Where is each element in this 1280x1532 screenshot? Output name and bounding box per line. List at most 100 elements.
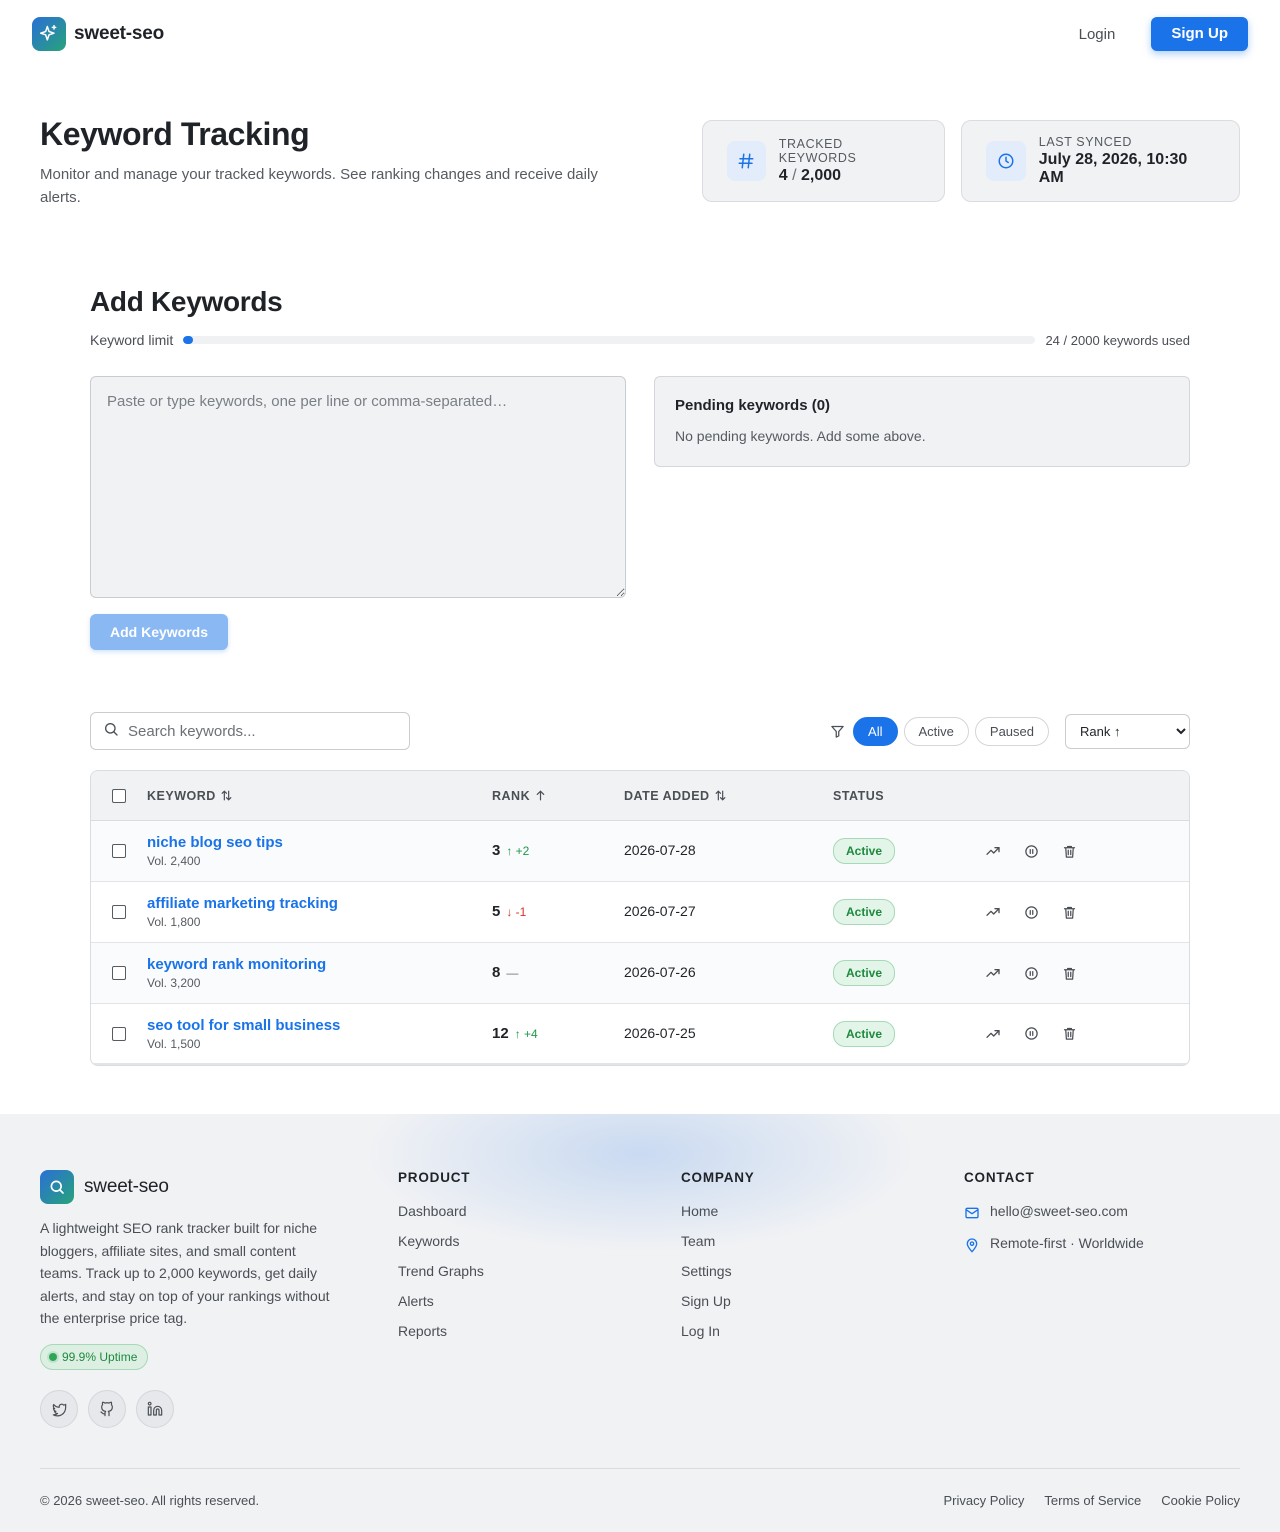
trend-chart-icon[interactable] (983, 902, 1003, 922)
add-keywords-button[interactable]: Add Keywords (90, 614, 228, 650)
last-synced-label: Last Synced (1038, 135, 1132, 149)
rank-change: ↑ +2 (506, 844, 530, 858)
footer-contact-title: CONTACT (964, 1170, 1035, 1185)
table-header: KEYWORD RANK DATE ADDED STATUS (91, 771, 1189, 821)
trend-chart-icon[interactable] (983, 1024, 1003, 1044)
row-checkbox[interactable] (112, 905, 126, 919)
add-keywords-section: Add Keywords Keyword limit 24 / 2000 key… (90, 286, 1190, 650)
column-keyword[interactable]: KEYWORD (147, 789, 492, 803)
table-toolbar: All Active Paused Rank ↑ (90, 712, 1190, 750)
status-badge: Active (833, 960, 896, 986)
trash-icon[interactable] (1059, 841, 1079, 861)
top-navbar: sweet-seo Login Sign Up (0, 0, 1280, 68)
footer-link-reports[interactable]: Reports (398, 1323, 484, 1353)
keyword-volume: Vol. 1,500 (147, 1036, 201, 1051)
select-all-checkbox[interactable] (112, 788, 126, 803)
search-icon (103, 721, 119, 742)
trash-icon[interactable] (1059, 963, 1079, 983)
footer-brand-name: sweet-seo (84, 1176, 169, 1197)
row-checkbox[interactable] (112, 966, 126, 980)
column-date-added[interactable]: DATE ADDED (624, 789, 833, 803)
table-row: affiliate marketing tracking Vol. 1,800 5 ↓… (91, 882, 1189, 943)
keywords-textarea[interactable] (90, 376, 626, 598)
column-rank[interactable]: RANK (492, 789, 624, 803)
rank-value: 3 (492, 842, 501, 859)
footer-link-keywords[interactable]: Keywords (398, 1233, 484, 1263)
pause-icon[interactable] (1021, 963, 1041, 983)
filter-all[interactable]: All (853, 717, 898, 746)
pause-icon[interactable] (1021, 902, 1041, 922)
table-row: niche blog seo tips Vol. 2,400 3 ↑ +2 2026-0… (91, 821, 1189, 882)
table-row: seo tool for small business Vol. 1,500 12 ↑… (91, 1004, 1189, 1065)
keyword-limit-label: Keyword limit (90, 332, 174, 348)
rank-change: ↑ +4 (514, 1026, 538, 1041)
keyword-volume: Vol. 3,200 (147, 976, 201, 990)
last-synced-card: Last Synced July 28, 2026, 10:30 AM (961, 120, 1240, 202)
search-input[interactable] (128, 722, 388, 740)
keyword-link[interactable]: keyword rank monitoring (147, 956, 492, 973)
rank-value: 8 (492, 964, 501, 981)
footer-brand[interactable]: sweet-seo (40, 1170, 169, 1204)
row-checkbox[interactable] (112, 1026, 126, 1041)
keyword-link[interactable]: seo tool for small business (147, 1017, 492, 1034)
footer-company-column: COMPANY Home Team Settings Sign Up Log I… (681, 1170, 755, 1353)
footer-link-team[interactable]: Team (681, 1233, 755, 1263)
brand[interactable]: sweet-seo (32, 17, 164, 51)
pause-icon[interactable] (1021, 841, 1041, 861)
signup-button[interactable]: Sign Up (1151, 17, 1248, 51)
tracked-keywords-card: Tracked Keywords 4 / 2,000 (702, 120, 945, 202)
keywords-table: KEYWORD RANK DATE ADDED STATUS niche blo… (90, 770, 1190, 1066)
status-badge: Active (833, 899, 896, 925)
row-checkbox[interactable] (112, 844, 126, 858)
footer-link-dashboard[interactable]: Dashboard (398, 1203, 484, 1233)
footer-company-title: COMPANY (681, 1170, 755, 1185)
twitter-icon[interactable] (40, 1390, 78, 1428)
date-added: 2026-07-26 (624, 964, 696, 980)
page-subtitle: Monitor and manage your tracked keywords… (40, 166, 598, 206)
brand-name: sweet-seo (74, 23, 165, 44)
rank-value: 5 (492, 903, 501, 920)
linkedin-icon[interactable] (136, 1390, 174, 1428)
keyword-link[interactable]: niche blog seo tips (147, 834, 492, 851)
footer-link-home[interactable]: Home (681, 1203, 755, 1233)
rank-value: 12 (492, 1024, 509, 1042)
search-box[interactable] (90, 712, 410, 750)
footer-link-sign-up[interactable]: Sign Up (681, 1293, 755, 1323)
trend-chart-icon[interactable] (983, 963, 1003, 983)
login-link[interactable]: Login (1067, 18, 1128, 51)
legal-links: Privacy Policy Terms of Service Cookie P… (944, 1493, 1241, 1508)
sort-select[interactable]: Rank ↑ (1065, 714, 1190, 749)
keyword-limit-bar (183, 336, 1036, 344)
last-synced-value: July 28, 2026, 10:30 AM (1038, 151, 1188, 186)
terms-of-service-link[interactable]: Terms of Service (1044, 1493, 1141, 1508)
mail-icon (964, 1205, 980, 1224)
footer-link-log-in[interactable]: Log In (681, 1323, 755, 1353)
footer-divider (40, 1468, 1240, 1469)
pending-keywords-panel: Pending keywords (0) No pending keywords… (654, 376, 1190, 467)
footer-description: A lightweight SEO rank tracker built for… (40, 1220, 330, 1326)
table-body: niche blog seo tips Vol. 2,400 3 ↑ +2 2026-0… (91, 821, 1189, 1065)
pause-icon[interactable] (1021, 1024, 1041, 1044)
copyright: © 2026 sweet-seo. All rights reserved. (40, 1493, 260, 1508)
cookie-policy-link[interactable]: Cookie Policy (1161, 1493, 1240, 1508)
clock-icon (986, 141, 1026, 181)
trend-chart-icon[interactable] (983, 841, 1003, 861)
sort-up-icon (536, 790, 545, 801)
footer-link-alerts[interactable]: Alerts (398, 1293, 484, 1323)
keyword-link[interactable]: affiliate marketing tracking (147, 895, 492, 912)
status-dot-icon (49, 1353, 57, 1361)
footer-link-settings[interactable]: Settings (681, 1263, 755, 1293)
filter-active[interactable]: Active (903, 717, 969, 746)
github-icon[interactable] (88, 1390, 126, 1428)
privacy-policy-link[interactable]: Privacy Policy (944, 1493, 1025, 1508)
status-badge: Active (833, 838, 896, 864)
social-links (40, 1390, 174, 1428)
footer-product-title: PRODUCT (398, 1170, 471, 1185)
contact-email[interactable]: hello@sweet-seo.com (964, 1203, 1144, 1235)
trash-icon[interactable] (1059, 902, 1079, 922)
keyword-limit-fill (183, 336, 194, 344)
footer-link-trend-graphs[interactable]: Trend Graphs (398, 1263, 484, 1293)
trash-icon[interactable] (1059, 1024, 1079, 1044)
filter-paused[interactable]: Paused (974, 717, 1049, 746)
keyword-volume: Vol. 1,800 (147, 915, 201, 929)
